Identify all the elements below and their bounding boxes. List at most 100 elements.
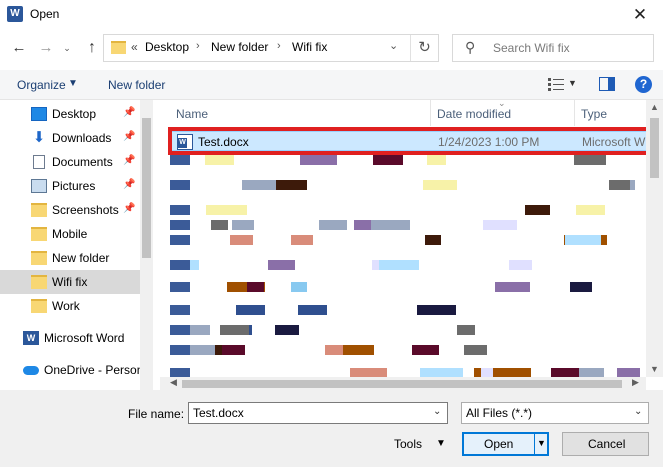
scrollbar-thumb[interactable]	[650, 118, 659, 178]
pin-icon[interactable]: 📌	[123, 179, 135, 190]
sidebar-item-label: Desktop	[52, 107, 97, 121]
sidebar-item-new-folder[interactable]: New folder	[0, 246, 153, 270]
word-app-icon: W	[7, 6, 23, 22]
horizontal-scrollbar[interactable]: ◀ ▶	[160, 377, 646, 390]
scroll-left-icon[interactable]: ◀	[170, 377, 177, 388]
folder-icon	[31, 275, 47, 289]
caret-down-icon[interactable]: ▼	[436, 438, 446, 449]
navigation-pane: Desktop 📌 ⬇ Downloads 📌 Documents 📌 Pict…	[0, 100, 153, 390]
vertical-scrollbar[interactable]: ▲ ▼	[646, 100, 663, 377]
sidebar-item-onedrive[interactable]: OneDrive - Person	[0, 358, 153, 382]
tools-button[interactable]: Tools	[394, 437, 422, 451]
pixel-block	[170, 345, 190, 355]
pixel-block	[427, 155, 446, 165]
caret-down-icon[interactable]: ▼	[537, 438, 546, 448]
new-folder-button[interactable]: New folder	[108, 78, 165, 92]
view-options-button[interactable]	[547, 76, 565, 92]
column-divider[interactable]	[574, 100, 575, 126]
sidebar-item-label: Documents	[52, 155, 113, 169]
close-button[interactable]: ✕	[617, 0, 663, 30]
breadcrumb-new-folder[interactable]: New folder	[211, 40, 268, 54]
sidebar-item-pictures[interactable]: Pictures 📌	[0, 174, 153, 198]
column-header-name[interactable]: Name	[176, 107, 208, 121]
help-button[interactable]: ?	[635, 76, 652, 93]
pixel-block	[291, 235, 313, 245]
recent-locations-button[interactable]: ⌄	[58, 36, 76, 60]
scroll-down-icon[interactable]: ▼	[650, 364, 659, 374]
sidebar-item-wifi-fix[interactable]: Wifi fix	[0, 270, 153, 294]
pixel-block	[373, 155, 403, 165]
search-placeholder: Search Wifi fix	[493, 41, 570, 55]
pixel-block	[509, 260, 532, 270]
scrollbar-thumb[interactable]	[142, 118, 151, 258]
arrow-right-icon: →	[38, 39, 54, 56]
sidebar-item-work[interactable]: Work	[0, 294, 153, 318]
pixel-block	[170, 220, 190, 230]
sidebar-item-microsoft-word[interactable]: W Microsoft Word	[0, 326, 153, 350]
sidebar-item-downloads[interactable]: ⬇ Downloads 📌	[0, 126, 153, 150]
pixel-block	[319, 220, 347, 230]
pixel-block	[343, 345, 374, 355]
forward-button[interactable]: →	[34, 36, 58, 60]
pixel-block	[275, 325, 299, 335]
chevron-right-icon[interactable]: ›	[277, 40, 281, 52]
chevron-right-icon[interactable]: ›	[196, 40, 200, 52]
open-button[interactable]: Open ▼	[462, 432, 549, 456]
pin-icon[interactable]: 📌	[123, 155, 135, 166]
dialog-footer: File name: ⌄ All Files (*.*) ⌄ Tools ▼ O…	[0, 390, 663, 467]
pixel-block	[609, 180, 630, 190]
chevron-down-icon[interactable]: ⌄	[433, 406, 441, 417]
pixel-block	[170, 155, 190, 165]
back-button[interactable]: ←	[7, 36, 31, 60]
breadcrumb-wifi-fix[interactable]: Wifi fix	[292, 40, 327, 54]
chevron-down-icon: ⌄	[634, 406, 643, 417]
folder-icon	[111, 41, 126, 54]
scrollbar-thumb[interactable]	[182, 380, 622, 388]
navigation-scrollbar[interactable]	[140, 100, 153, 390]
sidebar-item-screenshots[interactable]: Screenshots 📌	[0, 198, 153, 222]
breadcrumb-desktop[interactable]: Desktop	[145, 40, 189, 54]
selection-highlight-annotation	[168, 127, 651, 155]
pin-icon[interactable]: 📌	[123, 107, 135, 118]
search-input[interactable]: ⚲ Search Wifi fix	[452, 34, 654, 62]
up-button[interactable]: ↑	[80, 36, 104, 60]
pixel-block	[417, 305, 456, 315]
column-header-date-modified[interactable]: Date modified	[437, 107, 511, 121]
column-header-type[interactable]: Type	[581, 107, 607, 121]
address-bar[interactable]: « Desktop › New folder › Wifi fix ⌄ ↻	[103, 34, 439, 62]
breadcrumb-overflow[interactable]: «	[131, 40, 138, 54]
scroll-right-icon[interactable]: ▶	[632, 377, 639, 388]
command-bar: Organize ▼ New folder ▼ ?	[0, 70, 663, 100]
search-icon: ⚲	[465, 39, 476, 55]
address-dropdown-icon[interactable]: ⌄	[389, 39, 398, 52]
file-type-select[interactable]: All Files (*.*) ⌄	[461, 402, 649, 424]
title-bar: W Open ✕	[0, 0, 663, 30]
pin-icon[interactable]: 📌	[123, 131, 135, 142]
file-type-value: All Files (*.*)	[466, 406, 533, 420]
scroll-up-icon[interactable]: ▲	[650, 102, 659, 112]
pixel-block	[371, 220, 410, 230]
organize-button[interactable]: Organize	[17, 78, 66, 92]
pixel-block	[232, 220, 254, 230]
pixel-block	[570, 282, 592, 292]
sidebar-item-mobile[interactable]: Mobile	[0, 222, 153, 246]
column-divider[interactable]	[430, 100, 431, 126]
folder-icon	[31, 203, 47, 217]
file-name-input[interactable]	[188, 402, 448, 424]
pin-icon[interactable]: 📌	[123, 203, 135, 214]
folder-icon	[31, 251, 47, 265]
caret-down-icon[interactable]: ▼	[68, 78, 78, 89]
close-icon: ✕	[632, 5, 648, 24]
folder-icon	[31, 227, 47, 241]
sidebar-item-label: Work	[52, 299, 80, 313]
cancel-button[interactable]: Cancel	[562, 432, 649, 456]
folder-icon	[31, 299, 47, 313]
split-divider	[534, 434, 535, 454]
sidebar-item-documents[interactable]: Documents 📌	[0, 150, 153, 174]
sidebar-item-label: Pictures	[52, 179, 96, 193]
refresh-button[interactable]: ↻	[410, 35, 438, 61]
preview-pane-button[interactable]	[599, 77, 615, 91]
caret-down-icon[interactable]: ▼	[568, 78, 577, 88]
sidebar-item-desktop[interactable]: Desktop 📌	[0, 102, 153, 126]
pixel-block	[574, 155, 606, 165]
